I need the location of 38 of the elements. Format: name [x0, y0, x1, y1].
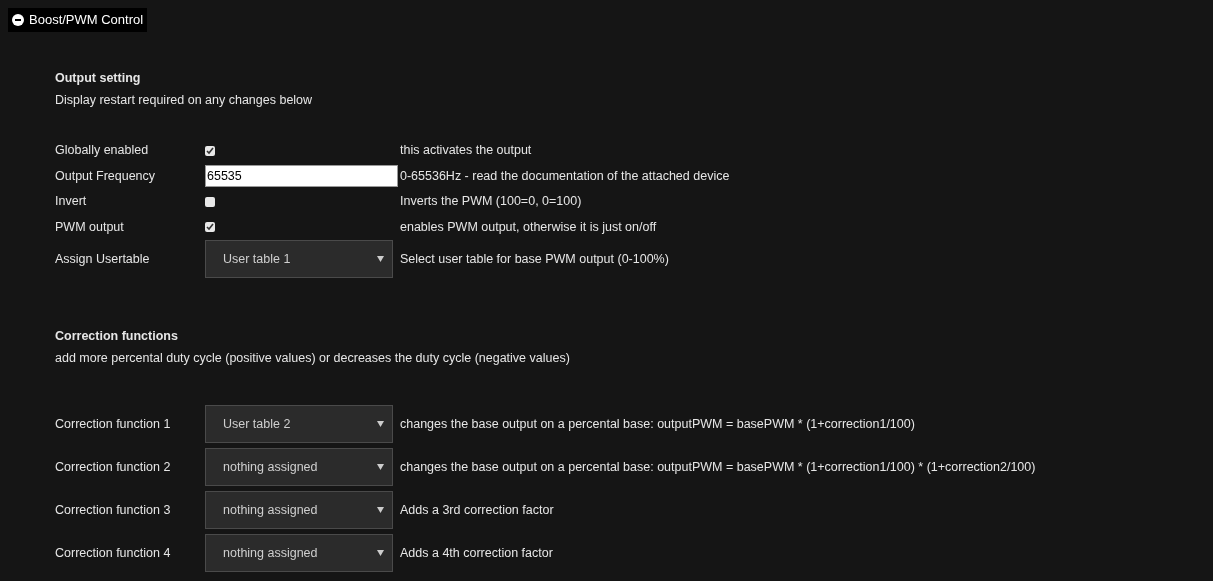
- setting-description: enables PWM output, otherwise it is just on/off: [400, 218, 657, 236]
- section-note: add more percental duty cycle (positive values) or decreases the duty cycle (negative values): [55, 350, 571, 367]
- setting-description: changes the base output on a percental base: outputPWM = basePWM * (1+correction1/100): [400, 415, 915, 433]
- caret-icon: [377, 550, 384, 556]
- section-heading: Correction functions: [55, 328, 179, 345]
- setting-label: Assign Usertable: [55, 250, 151, 268]
- setting-label: Correction function 2: [55, 458, 172, 476]
- setting-description: changes the base output on a percental base: outputPWM = basePWM * (1+correction1/100) * (1+correction2/100): [400, 458, 1036, 476]
- checkbox[interactable]: [205, 145, 215, 156]
- table-dropdown[interactable]: User table 1: [205, 240, 393, 278]
- setting-label: Correction function 1: [55, 415, 172, 433]
- section-note: Display restart required on any changes below: [55, 92, 314, 109]
- setting-description: Adds a 3rd correction factor: [400, 501, 554, 519]
- collapse-icon[interactable]: [12, 14, 24, 26]
- frequency-input[interactable]: 65535: [205, 165, 398, 188]
- setting-label: Invert: [55, 193, 88, 211]
- setting-description: this activates the output: [400, 142, 532, 160]
- setting-description: Adds a 4th correction factor: [400, 544, 553, 562]
- setting-description: Inverts the PWM (100=0, 0=100): [400, 193, 582, 211]
- section-heading: Output setting: [55, 70, 142, 87]
- table-dropdown[interactable]: User table 2: [205, 405, 393, 443]
- setting-description: Select user table for base PWM output (0-100%): [400, 250, 669, 268]
- setting-label: PWM output: [55, 218, 125, 236]
- table-dropdown[interactable]: nothing assigned: [205, 534, 393, 572]
- checkbox[interactable]: [205, 222, 215, 233]
- setting-label: Globally enabled: [55, 142, 150, 160]
- setting-label: Output Frequency: [55, 167, 157, 185]
- table-dropdown[interactable]: nothing assigned: [205, 491, 393, 529]
- caret-icon: [377, 507, 384, 513]
- panel-header[interactable]: Boost/PWM Control: [8, 8, 148, 32]
- setting-label: Correction function 4: [55, 544, 172, 562]
- checkbox[interactable]: [205, 196, 215, 207]
- caret-icon: [377, 464, 384, 470]
- caret-icon: [377, 256, 384, 262]
- setting-description: 0-65536Hz - read the documentation of the attached device: [400, 167, 730, 185]
- setting-label: Correction function 3: [55, 501, 172, 519]
- caret-icon: [377, 421, 384, 427]
- table-dropdown[interactable]: nothing assigned: [205, 448, 393, 486]
